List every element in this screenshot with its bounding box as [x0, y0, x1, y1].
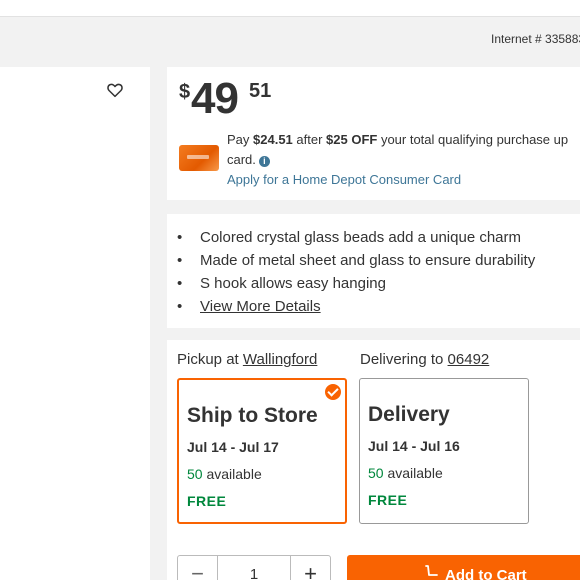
add-to-cart-button[interactable]: Add to Cart: [347, 555, 580, 580]
delivery-option[interactable]: Delivery Jul 14 - Jul 16 50 available FR…: [359, 378, 529, 524]
pickup-store-link[interactable]: Wallingford: [243, 351, 317, 368]
option-title: Delivery: [368, 403, 450, 426]
promo-after-text: after: [292, 132, 327, 147]
price-card: $ 49 51 Pay $24.51 after $25 OFF your to…: [167, 67, 580, 200]
delivering-label-text: Delivering to: [360, 351, 448, 368]
feature-item: Colored crystal glass beads add a unique…: [177, 226, 535, 249]
promo-line-2: card. i: [227, 150, 270, 170]
quantity-stepper: − 1 +: [177, 555, 331, 580]
option-availability: 50 available: [187, 466, 262, 482]
promo-off-amount: $25 OFF: [326, 132, 378, 147]
top-bar: [0, 0, 580, 17]
pickup-label-text: Pickup at: [177, 351, 243, 368]
available-text: available: [383, 465, 443, 481]
promo-pay-text: Pay: [227, 132, 254, 147]
fulfillment-card: Pickup at Wallingford Delivering to 0649…: [167, 340, 580, 580]
quantity-input[interactable]: 1: [218, 566, 290, 580]
available-count: 50: [368, 465, 384, 481]
feature-list: Colored crystal glass beads add a unique…: [177, 226, 535, 318]
promo-rest-text: your total qualifying purchase up: [377, 132, 569, 147]
option-price: FREE: [368, 492, 408, 508]
view-more-details-item: View More Details: [177, 295, 535, 318]
pickup-label: Pickup at Wallingford: [177, 351, 317, 368]
delivery-zip-link[interactable]: 06492: [448, 351, 490, 368]
available-count: 50: [187, 466, 203, 482]
delivering-label: Delivering to 06492: [360, 351, 489, 368]
details-card: Colored crystal glass beads add a unique…: [167, 214, 580, 328]
apply-card-link[interactable]: Apply for a Home Depot Consumer Card: [227, 170, 461, 190]
credit-card-image: [179, 145, 219, 171]
available-text: available: [202, 466, 262, 482]
option-availability: 50 available: [368, 465, 443, 481]
cart-icon: [425, 565, 438, 576]
option-dates: Jul 14 - Jul 16: [368, 438, 460, 454]
info-icon[interactable]: i: [258, 156, 270, 167]
promo-text: Pay $24.51 after $25 OFF your total qual…: [227, 130, 580, 150]
price-currency: $: [179, 81, 191, 103]
product-image-panel: [0, 67, 150, 580]
increase-quantity-button[interactable]: +: [290, 556, 330, 580]
decrease-quantity-button[interactable]: −: [178, 556, 218, 580]
view-more-details-link[interactable]: View More Details: [200, 298, 321, 315]
product-id-bar: Internet # 335883: [0, 17, 580, 65]
price-cents: 51: [249, 80, 272, 102]
price-dollars: 49: [191, 74, 239, 123]
internet-number: Internet # 335883: [491, 32, 580, 46]
feature-item: Made of metal sheet and glass to ensure …: [177, 249, 535, 272]
promo-pay-amount: $24.51: [253, 132, 293, 147]
promo-line-2-text: card.: [227, 152, 256, 167]
check-icon: [325, 384, 341, 400]
option-title: Ship to Store: [187, 404, 318, 427]
ship-to-store-option[interactable]: Ship to Store Jul 14 - Jul 17 50 availab…: [177, 378, 347, 524]
heart-icon[interactable]: [106, 81, 124, 99]
feature-item: S hook allows easy hanging: [177, 272, 535, 295]
option-dates: Jul 14 - Jul 17: [187, 439, 279, 455]
option-price: FREE: [187, 493, 227, 509]
add-to-cart-label: Add to Cart: [445, 567, 527, 580]
